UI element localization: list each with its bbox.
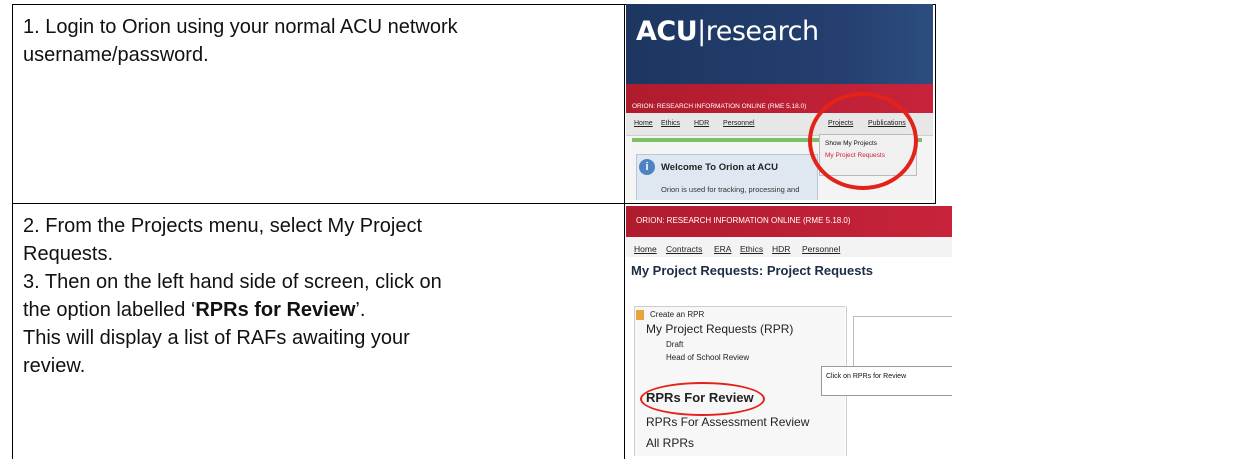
head-of-school-review-link[interactable]: Head of School Review: [666, 353, 749, 362]
page-heading: My Project Requests: Project Requests: [631, 263, 874, 278]
table-border-right: [935, 4, 936, 203]
step-2-line-2: Requests.: [23, 243, 114, 265]
welcome-body: Orion is used for tracking, processing a…: [661, 185, 800, 194]
document-icon: [636, 310, 644, 320]
option-suffix: ’.: [355, 299, 366, 321]
step-3-option-line: the option labelled ‘RPRs for Review’.: [23, 296, 613, 324]
menu-hdr-2[interactable]: HDR: [772, 244, 790, 254]
main-menu-2: Home Contracts ERA Ethics HDR Personnel: [626, 237, 952, 257]
welcome-title: Welcome To Orion at ACU: [661, 162, 779, 173]
create-rpr-link[interactable]: Create an RPR: [650, 310, 704, 319]
acu-research-logo: ACU|research: [636, 16, 819, 47]
orion-bar-title: ORION: RESEARCH INFORMATION ONLINE (RME …: [632, 103, 807, 110]
step-1-text: 1. Login to Orion using your normal ACU …: [23, 16, 458, 66]
highlight-ellipse: [640, 382, 765, 416]
option-bold-label: RPRs for Review: [195, 299, 356, 321]
orion-bar-title-2: ORION: RESEARCH INFORMATION ONLINE (RME …: [636, 216, 851, 225]
highlight-circle: [808, 92, 918, 190]
info-icon: i: [639, 159, 655, 175]
menu-personnel[interactable]: Personnel: [723, 120, 755, 127]
menu-home[interactable]: Home: [634, 120, 653, 127]
welcome-panel: i Welcome To Orion at ACU Orion is used …: [636, 154, 818, 200]
project-requests-screenshot: ORION: RESEARCH INFORMATION ONLINE (RME …: [626, 206, 952, 456]
all-rprs-link[interactable]: All RPRs: [646, 436, 694, 450]
step-2-line-5: review.: [23, 355, 86, 377]
menu-home-2[interactable]: Home: [634, 244, 657, 254]
callout-tooltip: Click on RPRs for Review: [821, 366, 952, 396]
step-2-line-3: 3. Then on the left hand side of screen,…: [23, 271, 442, 293]
step-2-text: 2. From the Projects menu, select My Pro…: [13, 204, 623, 388]
draft-link[interactable]: Draft: [666, 340, 683, 349]
menu-hdr[interactable]: HDR: [694, 120, 709, 127]
rprs-for-assessment-review-link[interactable]: RPRs For Assessment Review: [646, 415, 809, 429]
menu-personnel-2[interactable]: Personnel: [802, 244, 840, 254]
menu-ethics-2[interactable]: Ethics: [740, 244, 763, 254]
menu-ethics[interactable]: Ethics: [661, 120, 680, 127]
orion-login-screenshot: ACU|research ORION: RESEARCH INFORMATION…: [626, 4, 933, 200]
step-2-line-4: This will display a list of RAFs awaitin…: [23, 327, 410, 349]
step-2-line-1: 2. From the Projects menu, select My Pro…: [23, 215, 423, 237]
table-column-divider: [624, 4, 625, 459]
my-project-requests-link[interactable]: My Project Requests (RPR): [646, 322, 793, 336]
option-prefix: the option labelled ‘: [23, 299, 196, 321]
menu-contracts[interactable]: Contracts: [666, 244, 702, 254]
menu-era[interactable]: ERA: [714, 244, 731, 254]
